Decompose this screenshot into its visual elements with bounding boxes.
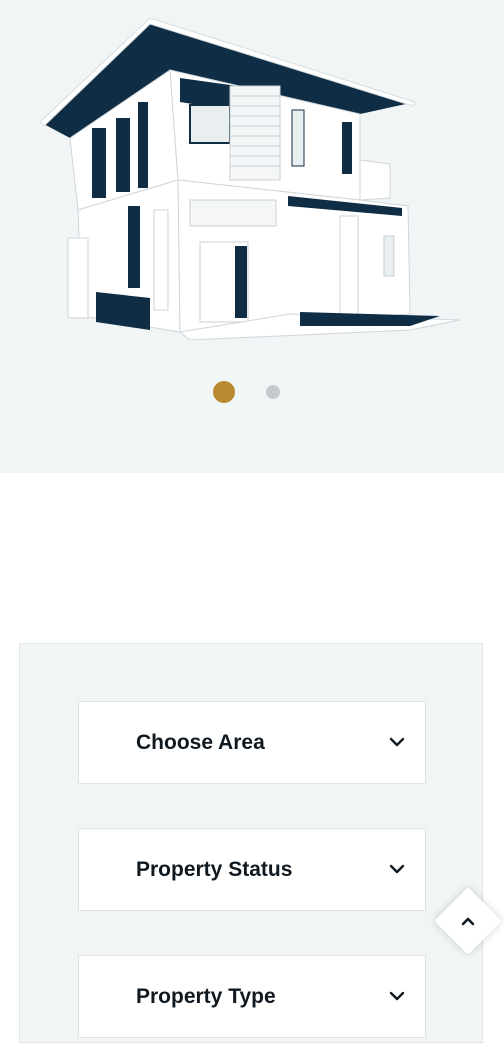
property-type-select[interactable]: Property Type <box>78 955 426 1038</box>
property-type-label: Property Type <box>136 985 276 1008</box>
carousel-dot-1[interactable] <box>213 381 235 403</box>
choose-area-select[interactable]: Choose Area <box>78 701 426 784</box>
house-illustration <box>39 17 461 340</box>
chevron-up-icon <box>461 917 475 926</box>
property-status-label: Property Status <box>136 858 293 881</box>
choose-area-label: Choose Area <box>136 731 265 754</box>
chevron-down-icon <box>389 991 405 1001</box>
property-status-select[interactable]: Property Status <box>78 828 426 911</box>
property-search-panel: Choose Area Property Status Property Typ… <box>19 643 483 1043</box>
chevron-down-icon <box>389 737 405 747</box>
carousel-pagination <box>0 381 504 403</box>
chevron-down-icon <box>389 864 405 874</box>
hero-section <box>0 0 504 473</box>
carousel-dot-2[interactable] <box>266 385 280 399</box>
